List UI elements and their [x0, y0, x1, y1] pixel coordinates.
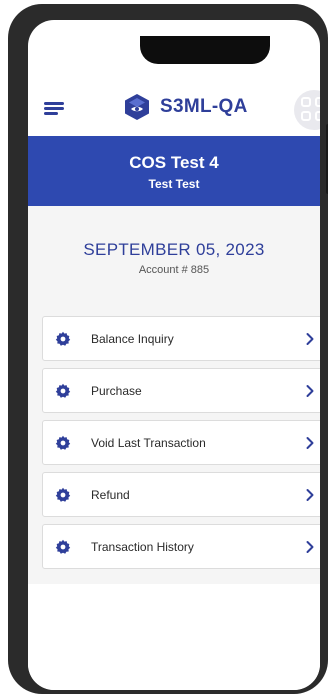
- menu-item-label: Void Last Transaction: [91, 436, 206, 450]
- brand: S3ML-QA: [122, 92, 248, 122]
- page-subtitle: Test Test: [148, 177, 200, 191]
- menu-item-transaction-history[interactable]: Transaction History: [42, 524, 320, 569]
- hamburger-icon[interactable]: [44, 102, 64, 116]
- menu-item-purchase[interactable]: Purchase: [42, 368, 320, 413]
- menu-item-balance-inquiry[interactable]: Balance Inquiry: [42, 316, 320, 361]
- app-header: S3ML-QA: [28, 80, 320, 136]
- menu-item-label: Transaction History: [91, 540, 194, 554]
- chevron-right-icon: [306, 489, 314, 501]
- chevron-right-icon: [306, 385, 314, 397]
- action-menu: Balance Inquiry Purchase Void Last Trans…: [42, 316, 320, 576]
- date-label: SEPTEMBER 05, 2023: [83, 240, 265, 259]
- page-title: COS Test 4: [129, 153, 219, 172]
- chevron-right-icon: [306, 437, 314, 449]
- menu-item-label: Refund: [91, 488, 130, 502]
- gear-icon: [55, 539, 71, 554]
- menu-item-refund[interactable]: Refund: [42, 472, 320, 517]
- chevron-right-icon: [306, 541, 314, 553]
- main-content: SEPTEMBER 05, 2023 Account # 885 Balance…: [28, 206, 320, 584]
- gear-icon: [55, 435, 71, 450]
- gear-icon: [55, 331, 71, 346]
- gear-icon: [55, 487, 71, 502]
- app-screen: S3ML-QA COS Test 4 Test Test SEPTEMBER 0…: [28, 20, 320, 690]
- gear-icon: [55, 383, 71, 398]
- phone-notch: [140, 36, 270, 64]
- account-label: Account # 885: [138, 264, 210, 276]
- s3ml-logo-icon: [125, 94, 149, 120]
- brand-name: S3ML-QA: [160, 96, 248, 117]
- bottom-area: [28, 584, 320, 690]
- phone-frame: S3ML-QA COS Test 4 Test Test SEPTEMBER 0…: [8, 4, 328, 694]
- menu-item-void-last-transaction[interactable]: Void Last Transaction: [42, 420, 320, 465]
- menu-item-label: Balance Inquiry: [91, 332, 174, 346]
- title-band: COS Test 4 Test Test: [28, 136, 320, 206]
- chevron-right-icon: [306, 333, 314, 345]
- grid-icon[interactable]: [294, 90, 320, 130]
- menu-item-label: Purchase: [91, 384, 142, 398]
